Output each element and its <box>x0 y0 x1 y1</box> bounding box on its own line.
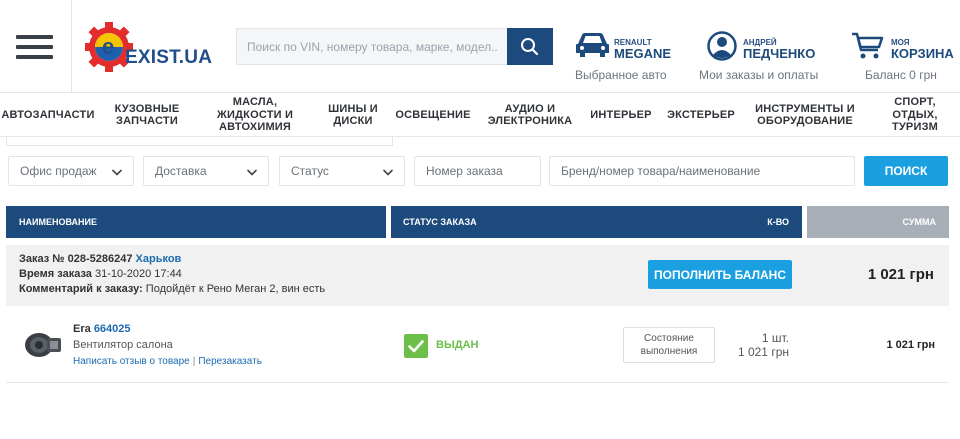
column-header-sum-label: СУММА <box>902 217 936 227</box>
category-interior[interactable]: Интерьер <box>588 93 654 137</box>
column-header-status-label: СТАТУС ЗАКАЗА <box>403 217 477 227</box>
status-select-value: Статус <box>291 164 329 178</box>
status-check-icon <box>404 334 428 358</box>
item-status: ВЫДАН <box>436 339 479 351</box>
cart[interactable]: МОЯ КОРЗИНА Баланс 0 грн <box>851 28 954 88</box>
order-time-label: Время заказа <box>19 268 92 280</box>
item-qty: 1 шт. <box>761 331 789 345</box>
svg-text:e: e <box>102 34 114 59</box>
chevron-down-icon <box>111 169 123 176</box>
item-links: Написать отзыв о товаре | Перезаказать <box>73 356 262 367</box>
item-price: 1 021 грн <box>737 345 789 359</box>
category-lighting[interactable]: Освещение <box>394 93 472 137</box>
user-account[interactable]: АНДРЕЙ ПЕДЧЕНКО Мои заказы и оплаты <box>699 28 829 88</box>
column-header-qty: К-ВО <box>767 217 789 227</box>
order-summary-row: Заказ № 028-5286247 Харьков Время заказа… <box>6 245 949 306</box>
item-description: Вентилятор салона <box>73 339 173 351</box>
menu-icon-bar <box>16 55 53 59</box>
write-review-link[interactable]: Написать отзыв о товаре <box>73 356 190 367</box>
category-body-parts[interactable]: Кузовные запчасти <box>104 93 190 137</box>
order-comment-line: Комментарий к заказу: Подойдёт к Рено Ме… <box>19 283 325 295</box>
item-qty-price: 1 шт. 1 021 грн <box>738 331 789 359</box>
order-city[interactable]: Харьков <box>136 253 182 265</box>
order-number: 028-5286247 <box>67 253 133 265</box>
link-separator: | <box>192 356 196 367</box>
item-code-link[interactable]: 664025 <box>94 323 131 335</box>
search-input[interactable] <box>236 28 508 65</box>
car-caption: Выбранное авто <box>575 68 667 82</box>
car-model: MEGANE <box>614 46 672 61</box>
order-item-row: Era 664025 Вентилятор салона Написать от… <box>6 306 949 383</box>
category-oils[interactable]: Масла, жидкости и автохимия <box>206 93 304 137</box>
category-autoparts[interactable]: Автозапчасти <box>0 93 96 137</box>
menu-button[interactable] <box>0 0 72 93</box>
user-caption: Мои заказы и оплаты <box>699 68 819 82</box>
order-comment: Подойдёт к Рено Меган 2, вин есть <box>145 283 326 295</box>
filter-search-button[interactable]: ПОИСК <box>864 156 948 186</box>
search-box <box>236 28 553 65</box>
product-search-placeholder: Бренд/номер товара/наименование <box>561 164 761 178</box>
category-tools[interactable]: Инструменты и оборудование <box>752 93 858 137</box>
menu-icon-bar <box>16 45 53 49</box>
car-icon <box>576 33 609 57</box>
cart-icon <box>852 32 884 59</box>
site-logo[interactable]: e EXIST.UA <box>84 22 215 74</box>
order-number-placeholder: Номер заказа <box>426 164 503 178</box>
menu-icon-bar <box>16 35 53 39</box>
search-icon <box>521 38 539 56</box>
cart-balance: Баланс 0 грн <box>865 68 937 82</box>
delivery-select-value: Доставка <box>155 164 207 178</box>
order-comment-label: Комментарий к заказу: <box>19 283 143 295</box>
status-select[interactable]: Статус <box>279 156 405 186</box>
top-up-balance-button[interactable]: ПОПОЛНИТЬ БАЛАНС <box>648 260 792 289</box>
category-tires[interactable]: Шины и диски <box>326 93 380 137</box>
chevron-down-icon <box>382 169 394 176</box>
item-brand: Era <box>73 323 91 335</box>
delivery-select[interactable]: Доставка <box>143 156 269 186</box>
order-number-input[interactable]: Номер заказа <box>414 156 541 186</box>
item-total: 1 021 грн <box>886 339 935 351</box>
order-total: 1 021 грн <box>867 266 934 283</box>
order-number-label: Заказ № <box>19 253 65 265</box>
site-header: e EXIST.UA RENAULT MEGANE Выбранное авто <box>0 0 960 93</box>
user-last-name: ПЕДЧЕНКО <box>743 46 816 61</box>
category-nav: Автозапчасти Кузовные запчасти Масла, жи… <box>0 93 960 137</box>
category-audio[interactable]: Аудио и электроника <box>488 93 572 137</box>
cart-title: КОРЗИНА <box>891 46 954 61</box>
column-header-status: СТАТУС ЗАКАЗА К-ВО <box>391 206 802 238</box>
order-time-line: Время заказа 31-10-2020 17:44 <box>19 268 182 280</box>
column-header-sum: СУММА <box>807 206 949 238</box>
order-time: 31-10-2020 17:44 <box>94 268 182 280</box>
office-select[interactable]: Офис продаж <box>8 156 134 186</box>
user-icon <box>707 31 737 61</box>
reorder-link[interactable]: Перезаказать <box>198 356 262 367</box>
column-header-name-label: НАИМЕНОВАНИЕ <box>19 217 97 227</box>
logo-text: EXIST.UA <box>125 47 213 68</box>
chevron-down-icon <box>246 169 258 176</box>
order-number-line: Заказ № 028-5286247 Харьков <box>19 253 181 265</box>
office-select-value: Офис продаж <box>20 164 97 178</box>
column-header-name: НАИМЕНОВАНИЕ <box>6 206 386 238</box>
category-exterior[interactable]: Экстерьер <box>666 93 736 137</box>
category-sport[interactable]: Спорт, отдых, туризм <box>878 93 952 137</box>
product-image[interactable] <box>19 328 63 362</box>
execution-state-button[interactable]: Состояние выполнения <box>623 327 715 363</box>
selected-car[interactable]: RENAULT MEGANE Выбранное авто <box>575 28 685 88</box>
product-search-input[interactable]: Бренд/номер товара/наименование <box>549 156 855 186</box>
dropdown-strip <box>6 137 393 146</box>
search-button[interactable] <box>507 28 553 65</box>
item-brand-line: Era 664025 <box>73 323 131 335</box>
